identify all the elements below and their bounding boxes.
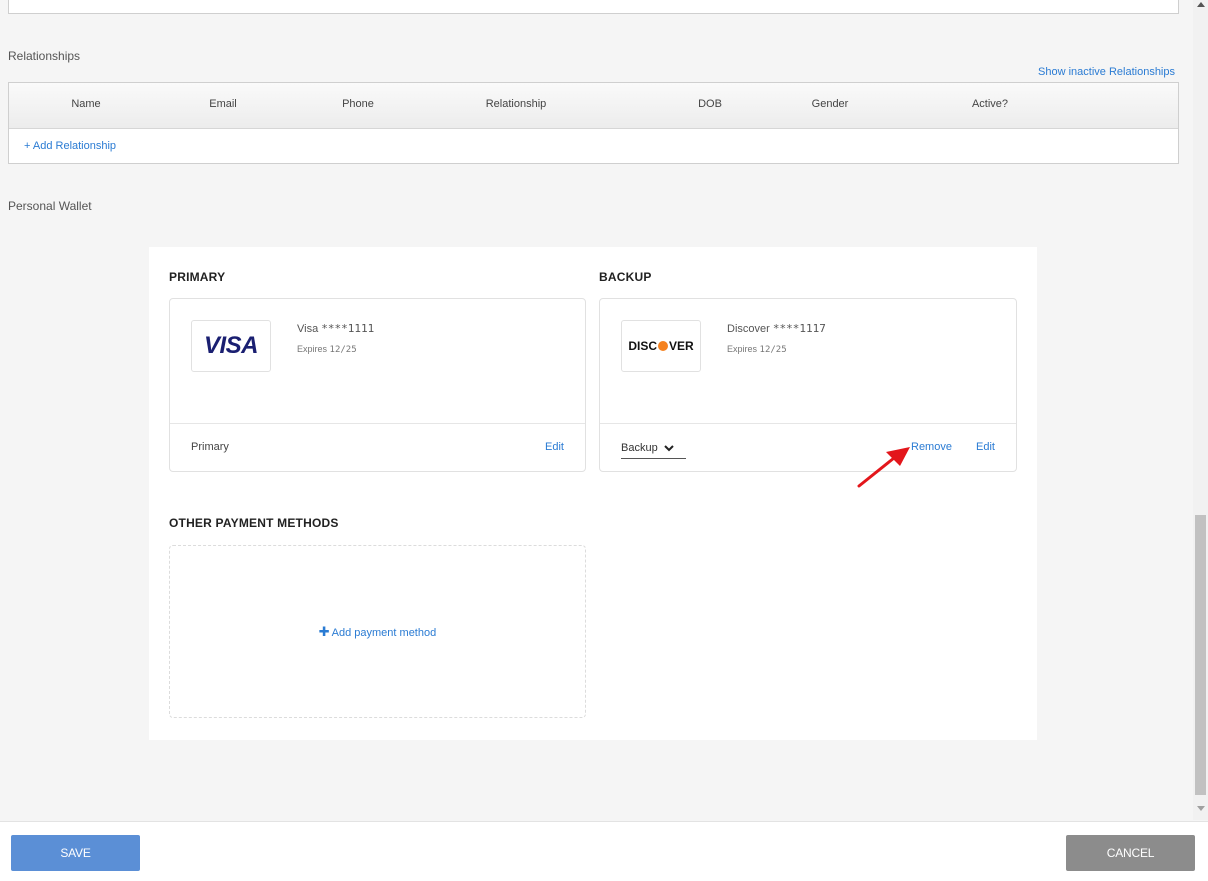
relationships-table-header: Name Email Phone Relationship DOB Gender… [9, 83, 1178, 129]
add-payment-method-label: Add payment method [331, 627, 437, 639]
discover-logo: DISC VER [621, 320, 701, 372]
backup-card-name: Discover ****1117 [727, 322, 826, 335]
primary-edit-link[interactable]: Edit [545, 441, 564, 453]
footer-action-bar: SAVE CANCEL [0, 821, 1208, 881]
show-inactive-relationships-link[interactable]: Show inactive Relationships [1038, 66, 1175, 78]
scroll-down-icon[interactable] [1197, 806, 1205, 811]
primary-expires-label: Expires [297, 344, 328, 354]
scroll-up-icon[interactable] [1197, 2, 1205, 7]
personal-wallet-title: Personal Wallet [8, 199, 92, 213]
column-header-name[interactable]: Name [71, 98, 100, 110]
discover-dot-icon [657, 341, 668, 351]
save-button[interactable]: SAVE [11, 835, 140, 871]
scroll-thumb[interactable] [1195, 515, 1206, 795]
primary-heading: PRIMARY [169, 270, 226, 284]
chevron-down-icon [663, 445, 674, 452]
primary-card-name: Visa ****1111 [297, 322, 374, 335]
other-payment-methods-heading: OTHER PAYMENT METHODS [169, 516, 339, 530]
cancel-button[interactable]: CANCEL [1066, 835, 1195, 871]
backup-expires-label: Expires [727, 344, 758, 354]
backup-edit-link[interactable]: Edit [976, 441, 995, 453]
backup-role-select[interactable]: Backup [621, 438, 686, 459]
primary-card-brand: Visa [297, 323, 319, 335]
column-header-phone[interactable]: Phone [342, 98, 374, 110]
backup-card-brand: Discover [727, 323, 770, 335]
backup-role-select-value: Backup [621, 442, 658, 454]
primary-card-role: Primary [191, 441, 229, 453]
vertical-scrollbar[interactable] [1193, 0, 1208, 820]
primary-card-divider [170, 423, 585, 424]
primary-card-mask: ****1111 [321, 322, 375, 335]
discover-logo-text: DISC VER [628, 339, 693, 353]
column-header-email[interactable]: Email [209, 98, 237, 110]
column-header-dob[interactable]: DOB [698, 98, 722, 110]
add-relationship-link[interactable]: + Add Relationship [24, 140, 116, 152]
top-text-field[interactable] [8, 0, 1179, 14]
discover-logo-right: VER [668, 339, 694, 353]
primary-expires-value: 12/25 [329, 345, 357, 355]
backup-expires-value: 12/25 [759, 345, 787, 355]
backup-card: DISC VER Discover ****1117 Expires 12/25 … [599, 298, 1017, 472]
backup-remove-link[interactable]: Remove [911, 441, 952, 453]
visa-logo: VISA [191, 320, 271, 372]
backup-card-mask: ****1117 [772, 322, 826, 335]
primary-card: VISA Visa ****1111 Expires 12/25 Primary… [169, 298, 586, 472]
backup-card-expiry: Expires 12/25 [727, 344, 787, 355]
wallet-panel: PRIMARY BACKUP VISA Visa ****1111 Expire… [149, 247, 1037, 740]
backup-card-divider [600, 423, 1016, 424]
column-header-gender[interactable]: Gender [812, 98, 849, 110]
column-header-relationship[interactable]: Relationship [486, 98, 547, 110]
add-payment-method-box[interactable]: ✚ Add payment method [169, 545, 586, 718]
discover-logo-left: DISC [628, 339, 657, 353]
primary-card-expiry: Expires 12/25 [297, 344, 357, 355]
relationships-title: Relationships [8, 49, 81, 63]
column-header-active[interactable]: Active? [972, 98, 1008, 110]
annotation-arrow-icon [857, 447, 910, 488]
visa-logo-text: VISA [203, 332, 259, 359]
add-payment-method-link[interactable]: ✚ Add payment method [170, 624, 585, 640]
plus-icon: ✚ [318, 624, 330, 639]
backup-heading: BACKUP [599, 270, 652, 284]
relationships-table: Name Email Phone Relationship DOB Gender… [8, 82, 1179, 164]
